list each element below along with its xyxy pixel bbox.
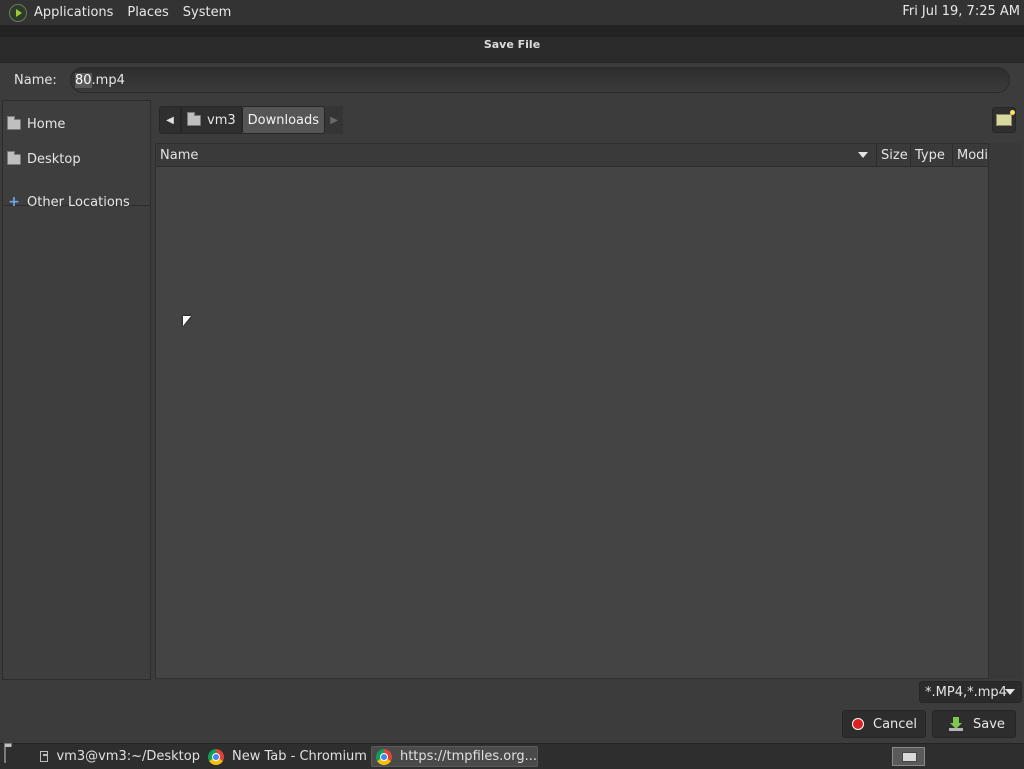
chevron-left-icon: ◀ — [166, 114, 174, 126]
path-scroll-right-button[interactable]: ▶ — [325, 106, 344, 134]
taskbar-item-terminal[interactable]: vm3@vm3:~/Desktop — [36, 746, 200, 767]
filename-input[interactable]: 80 .mp4 — [70, 67, 1010, 93]
save-button[interactable]: Save — [932, 710, 1016, 738]
plus-icon: + — [8, 194, 20, 210]
column-label: Size — [881, 147, 908, 163]
chevron-down-icon — [1005, 689, 1015, 695]
taskbar-item-label: vm3@vm3:~/Desktop — [56, 749, 200, 764]
places-sidebar: Home Desktop + Other Locations — [2, 100, 151, 680]
new-folder-icon — [996, 110, 1015, 126]
column-label: Name — [160, 147, 199, 163]
cancel-button-label: Cancel — [873, 716, 918, 732]
mouse-cursor-icon — [183, 316, 191, 326]
chromium-icon — [376, 748, 392, 765]
chevron-right-icon: ▶ — [330, 114, 338, 126]
filename-extension-text: .mp4 — [91, 72, 125, 88]
path-bar: ◀ vm3 Downloads ▶ — [159, 105, 344, 135]
applications-menu-icon[interactable] — [9, 3, 27, 22]
menu-places[interactable]: Places — [127, 5, 168, 20]
dialog-titlebar[interactable]: Save File — [0, 25, 1024, 63]
file-list-header: Name Size Type Modif — [156, 144, 989, 167]
path-scroll-left-button[interactable]: ◀ — [159, 106, 181, 134]
home-folder-icon — [7, 115, 21, 130]
taskbar: vm3@vm3:~/Desktop New Tab - Chromium htt… — [0, 743, 1024, 769]
sidebar-item-label: Home — [27, 116, 66, 132]
desktop-icon — [4, 746, 6, 763]
workspace-switcher[interactable] — [892, 747, 925, 766]
filename-selected-text: 80 — [75, 72, 92, 88]
save-file-dialog: Save File Name: 80 .mp4 Home Desktop + Ot… — [0, 25, 1024, 743]
column-header-name[interactable]: Name — [156, 144, 876, 166]
taskbar-item-label: New Tab - Chromium — [232, 749, 367, 764]
clock[interactable]: Fri Jul 19, 7:25 AM — [902, 4, 1020, 19]
file-list-scrollbar[interactable] — [989, 143, 1022, 679]
column-header-size[interactable]: Size — [876, 144, 910, 166]
sidebar-item-label: Other Locations — [27, 194, 130, 210]
name-label: Name: — [14, 72, 57, 88]
sidebar-item-other-locations[interactable]: + Other Locations — [7, 191, 130, 213]
top-panel: Applications Places System Fri Jul 19, 7… — [0, 0, 1024, 25]
file-type-filter-select[interactable]: *.MP4,*.mp4 — [919, 681, 1022, 703]
sidebar-item-label: Desktop — [27, 151, 81, 167]
titlebar-strip — [0, 25, 1024, 37]
filter-selected-label: *.MP4,*.mp4 — [925, 684, 1007, 700]
save-button-label: Save — [973, 716, 1005, 732]
name-row: Name: 80 .mp4 — [0, 62, 1024, 98]
terminal-icon — [40, 751, 49, 762]
file-list[interactable]: Name Size Type Modif — [155, 143, 989, 679]
column-header-modified[interactable]: Modif — [952, 144, 989, 166]
path-segment-downloads[interactable]: Downloads — [241, 106, 326, 134]
sidebar-item-desktop[interactable]: Desktop — [7, 148, 81, 170]
menu-system[interactable]: System — [183, 5, 231, 20]
download-save-icon — [949, 717, 963, 731]
taskbar-item-tmpfiles[interactable]: https://tmpfiles.org... — [371, 746, 538, 767]
taskbar-item-new-tab[interactable]: New Tab - Chromium — [204, 746, 368, 767]
desktop-folder-icon — [7, 150, 21, 165]
taskbar-item-label: https://tmpfiles.org... — [399, 749, 537, 764]
column-label: Modif — [957, 147, 989, 163]
show-desktop-button[interactable] — [2, 746, 22, 765]
chromium-icon — [208, 748, 224, 765]
dialog-title: Save File — [483, 38, 541, 51]
create-folder-button[interactable] — [992, 107, 1016, 133]
sort-descending-icon — [858, 152, 868, 158]
cancel-icon — [852, 718, 864, 730]
menu-applications[interactable]: Applications — [34, 5, 113, 20]
column-header-type[interactable]: Type — [910, 144, 952, 166]
home-folder-icon — [187, 111, 201, 126]
path-segment-label: Downloads — [247, 112, 320, 128]
column-label: Type — [915, 147, 945, 163]
sidebar-item-home[interactable]: Home — [7, 113, 65, 135]
path-segment-vm3[interactable]: vm3 — [181, 106, 242, 134]
cancel-button[interactable]: Cancel — [842, 710, 926, 738]
path-segment-label: vm3 — [207, 112, 236, 128]
